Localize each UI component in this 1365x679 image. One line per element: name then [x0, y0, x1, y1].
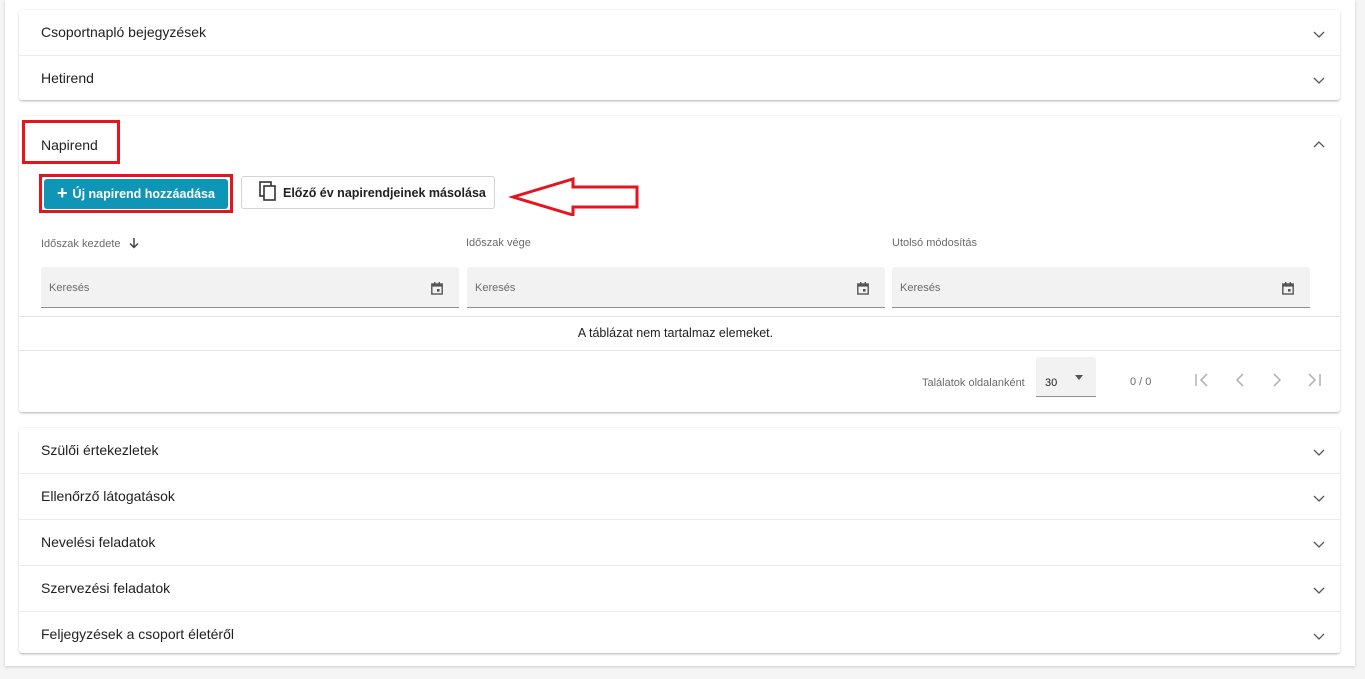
panel-title: Ellenőrző látogatások: [41, 488, 175, 504]
panel-header-feljegyzesek[interactable]: Feljegyzések a csoport életéről: [19, 612, 1340, 657]
divider: [19, 316, 1340, 317]
column-header-modified[interactable]: Utolsó módosítás: [892, 237, 977, 249]
next-page-icon[interactable]: [1268, 371, 1286, 389]
column-header-label: Időszak kezdete: [41, 238, 121, 250]
bottom-panels: Szülői értekezletek Ellenőrző látogatáso…: [19, 428, 1340, 653]
arrow-down-icon: [129, 237, 139, 252]
panel-header-szuloi[interactable]: Szülői értekezletek: [19, 428, 1340, 474]
column-header-label: Utolsó módosítás: [892, 237, 977, 249]
panel-title: Feljegyzések a csoport életéről: [41, 626, 234, 642]
search-placeholder: Keresés: [49, 282, 90, 294]
calendar-icon[interactable]: [857, 282, 869, 300]
search-input-start[interactable]: Keresés: [41, 267, 459, 308]
divider: [19, 350, 1340, 351]
copy-previous-year-button[interactable]: Előző év napirendjeinek másolása: [241, 176, 495, 209]
last-page-icon[interactable]: [1305, 371, 1323, 389]
caret-down-icon: [1075, 375, 1083, 380]
panel-title: Hetirend: [41, 70, 94, 86]
annotation-highlight-title: [22, 120, 120, 164]
empty-table-message: A táblázat nem tartalmaz elemeket.: [577, 326, 774, 340]
search-input-modified[interactable]: Keresés: [892, 267, 1310, 308]
panel-title: Szervezési feladatok: [41, 580, 171, 596]
panel-header-hetirend[interactable]: Hetirend: [19, 56, 1340, 101]
chevron-down-icon: [1312, 537, 1326, 551]
column-header-start[interactable]: Időszak kezdete: [41, 237, 139, 252]
page-size-value: 30: [1045, 377, 1058, 389]
annotation-highlight-add-button: [39, 174, 233, 213]
calendar-icon[interactable]: [1282, 282, 1294, 300]
chevron-down-icon: [1312, 445, 1326, 459]
first-page-icon[interactable]: [1193, 371, 1211, 389]
panel-title: Csoportnapló bejegyzések: [41, 24, 206, 40]
panel-title: Nevelési feladatok: [41, 534, 156, 550]
chevron-down-icon: [1312, 27, 1326, 41]
page-range: 0 / 0: [1130, 376, 1152, 388]
panel-header-szervezesi[interactable]: Szervezési feladatok: [19, 566, 1340, 612]
chevron-up-icon: [1312, 138, 1326, 152]
copy-previous-year-label: Előző év napirendjeinek másolása: [283, 185, 486, 200]
chevron-down-icon: [1312, 583, 1326, 597]
chevron-down-icon: [1312, 629, 1326, 643]
chevron-down-icon: [1312, 73, 1326, 87]
page-size-select[interactable]: 30: [1036, 357, 1096, 397]
calendar-icon[interactable]: [431, 282, 443, 300]
search-placeholder: Keresés: [475, 282, 516, 294]
panel-header-ellenorzo[interactable]: Ellenőrző látogatások: [19, 474, 1340, 520]
search-input-end[interactable]: Keresés: [467, 267, 885, 308]
panel-napirend: Napirend + Új napirend hozzáadása Előző …: [19, 116, 1340, 412]
top-panels: Csoportnapló bejegyzések Hetirend: [19, 10, 1340, 100]
column-header-label: Időszak vége: [466, 237, 531, 249]
annotation-arrow-icon: [509, 176, 639, 216]
copy-icon: [259, 181, 277, 204]
search-placeholder: Keresés: [900, 282, 941, 294]
page-size-label: Találatok oldalanként: [922, 377, 1025, 389]
panel-header-napirend[interactable]: Napirend: [19, 116, 1340, 168]
chevron-down-icon: [1312, 491, 1326, 505]
panel-title: Szülői értekezletek: [41, 442, 159, 458]
prev-page-icon[interactable]: [1231, 371, 1249, 389]
column-header-end[interactable]: Időszak vége: [466, 237, 531, 249]
panel-header-nevelesi[interactable]: Nevelési feladatok: [19, 520, 1340, 566]
panel-header-csoportnaplo[interactable]: Csoportnapló bejegyzések: [19, 10, 1340, 56]
